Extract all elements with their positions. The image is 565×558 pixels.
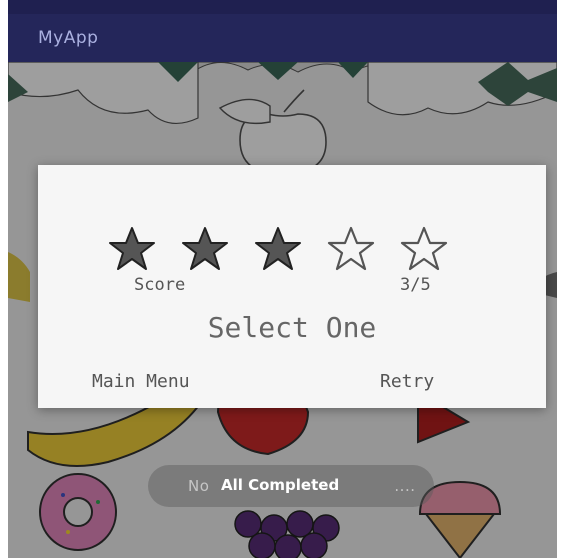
app-bar: MyApp [8, 14, 557, 62]
status-bar [8, 0, 557, 14]
score-label: Score [134, 275, 186, 295]
filled-star-icon [109, 227, 155, 270]
toast-message: No.... All Completed [148, 465, 434, 507]
filled-star-icon [182, 227, 228, 270]
score-value: 3/5 [400, 275, 431, 295]
app-title: MyApp [38, 28, 99, 48]
filled-star-icon [255, 227, 301, 270]
empty-star-icon [400, 226, 448, 271]
phone-screen: MyApp Score 3/5 Select One Main Menu Ret… [0, 0, 565, 558]
star-rating [106, 225, 526, 273]
dialog-title: Select One [207, 311, 377, 344]
main-menu-button[interactable]: Main Menu [92, 371, 190, 392]
score-dialog: Score 3/5 Select One Main Menu Retry [38, 165, 546, 408]
empty-star-icon [327, 226, 375, 271]
toast-text: All Completed [221, 476, 340, 494]
retry-button[interactable]: Retry [380, 371, 434, 392]
